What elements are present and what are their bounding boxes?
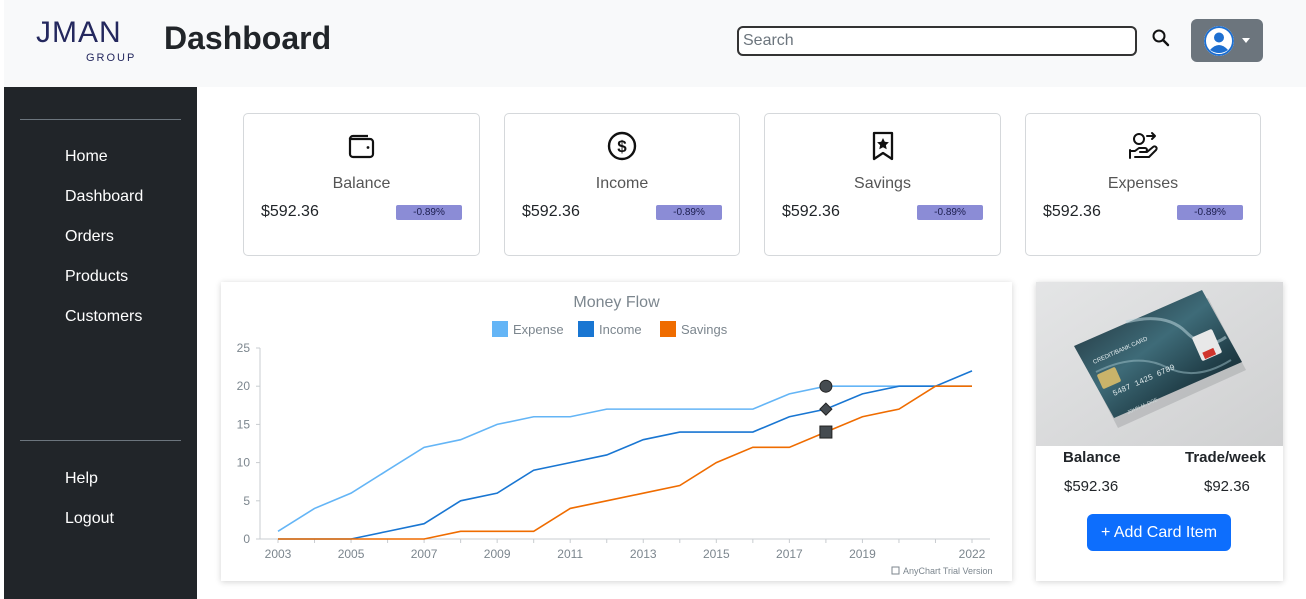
sidebar-item-orders[interactable]: Orders (65, 228, 114, 246)
x-tick-label: 2013 (630, 547, 657, 561)
y-tick-label: 10 (237, 456, 251, 470)
hand-money-icon (1127, 130, 1159, 162)
y-tick-label: 5 (243, 494, 250, 508)
x-tick-label: 2015 (703, 547, 730, 561)
dollar-circle-icon: $ (606, 130, 638, 162)
series-line-expense[interactable] (277, 385, 972, 533)
change-badge: -0.89% (917, 205, 983, 220)
change-badge: -0.89% (656, 205, 722, 220)
y-tick-label: 25 (237, 341, 251, 355)
marker-expense[interactable] (819, 379, 833, 393)
legend-item-income[interactable]: Income (578, 321, 642, 337)
credit-text: AnyChart Trial Version (903, 566, 993, 576)
y-tick-label: 0 (243, 532, 250, 546)
stat-title: Balance (332, 175, 391, 192)
expenses-stat-card[interactable]: Expenses $592.36 -0.89% (1025, 113, 1261, 256)
search-icon[interactable] (1150, 27, 1172, 49)
add-card-button[interactable]: + Add Card Item (1087, 514, 1231, 551)
savings-stat-card[interactable]: Savings $592.36 -0.89% (764, 113, 1001, 256)
sidebar-item-dashboard[interactable]: Dashboard (65, 188, 143, 206)
y-tick-label: 15 (237, 417, 251, 431)
credit-card-panel: CREDIT/BANK CARD 5487 1425 6789 JOHN M. … (1036, 282, 1283, 581)
x-tick-label: 2005 (338, 547, 365, 561)
chart-credit[interactable]: AnyChart Trial Version (891, 566, 993, 576)
x-tick-label: 2007 (411, 547, 438, 561)
x-tick-label: 2022 (959, 547, 986, 561)
x-tick-label: 2017 (776, 547, 803, 561)
sidebar-item-home[interactable]: Home (65, 148, 108, 166)
page-title: Dashboard (164, 20, 332, 56)
x-tick-label: 2011 (557, 547, 583, 561)
y-tick-label: 20 (237, 379, 251, 393)
stat-value: $592.36 (522, 203, 580, 220)
credit-card-image: CREDIT/BANK CARD 5487 1425 6789 JOHN M. … (1036, 282, 1283, 446)
trade-week-label: Trade/week (1185, 449, 1266, 466)
trade-week-value: $92.36 (1204, 478, 1250, 495)
legend-label: Expense (513, 322, 564, 337)
stat-title: Savings (854, 175, 911, 192)
chart-series[interactable] (277, 370, 973, 540)
balance-stat-card[interactable]: Balance $592.36 -0.89% (243, 113, 480, 256)
legend-swatch (578, 321, 594, 337)
sidebar-divider-top (20, 119, 181, 120)
stat-value: $592.36 (1043, 203, 1101, 220)
stat-value: $592.36 (261, 203, 319, 220)
chart-axes: 0 5 10 15 20 25 2003 2005 2007 2009 2011 2013 2015 20… (237, 341, 990, 561)
chart-title: Money Flow (573, 294, 660, 311)
income-stat-card[interactable]: $ Income $592.36 -0.89% (504, 113, 740, 256)
sidebar: Home Dashboard Orders Products Customers… (4, 87, 197, 599)
x-tick-label: 2009 (484, 547, 511, 561)
series-line-income[interactable] (278, 370, 973, 540)
chart-canvas[interactable]: Money Flow Expense Income Savings 0 5 10 15 20… (221, 282, 1012, 581)
stat-title: Expenses (1107, 175, 1179, 192)
logo-text: JMAN (36, 16, 122, 49)
balance-value: $592.36 (1064, 478, 1119, 495)
company-logo[interactable]: JMAN GROUP (36, 16, 146, 68)
legend-label: Income (599, 322, 642, 337)
chart-markers[interactable] (819, 379, 833, 439)
stat-title: Income (595, 175, 649, 192)
balance-label: Balance (1063, 449, 1121, 466)
logo-subtext: GROUP (86, 52, 137, 64)
avatar-icon (1204, 26, 1234, 56)
legend-swatch (492, 321, 508, 337)
chart-legend[interactable]: Expense Income Savings (492, 321, 728, 337)
marker-savings[interactable] (819, 425, 833, 439)
change-badge: -0.89% (396, 205, 462, 220)
stat-value: $592.36 (782, 203, 840, 220)
sidebar-item-help[interactable]: Help (65, 470, 98, 488)
sidebar-item-logout[interactable]: Logout (65, 510, 114, 528)
user-menu-button[interactable] (1191, 19, 1263, 62)
sidebar-divider-bottom (20, 440, 181, 441)
x-tick-label: 2003 (265, 547, 292, 561)
search-input[interactable] (737, 26, 1137, 56)
legend-item-expense[interactable]: Expense (492, 321, 564, 337)
x-tick-label: 2019 (849, 547, 876, 561)
legend-item-savings[interactable]: Savings (660, 321, 728, 337)
marker-income[interactable] (819, 402, 833, 416)
sidebar-item-products[interactable]: Products (65, 268, 128, 286)
sidebar-item-customers[interactable]: Customers (65, 308, 142, 326)
svg-text:$: $ (617, 137, 627, 156)
chevron-down-icon (1242, 38, 1250, 43)
legend-swatch (660, 321, 676, 337)
wallet-icon (346, 130, 378, 162)
bookmark-star-icon (867, 130, 899, 162)
top-navbar: JMAN GROUP Dashboard (4, 0, 1306, 87)
legend-label: Savings (681, 322, 728, 337)
change-badge: -0.89% (1177, 205, 1243, 220)
money-flow-chart[interactable]: Money Flow Expense Income Savings 0 5 10 15 20… (221, 282, 1012, 581)
